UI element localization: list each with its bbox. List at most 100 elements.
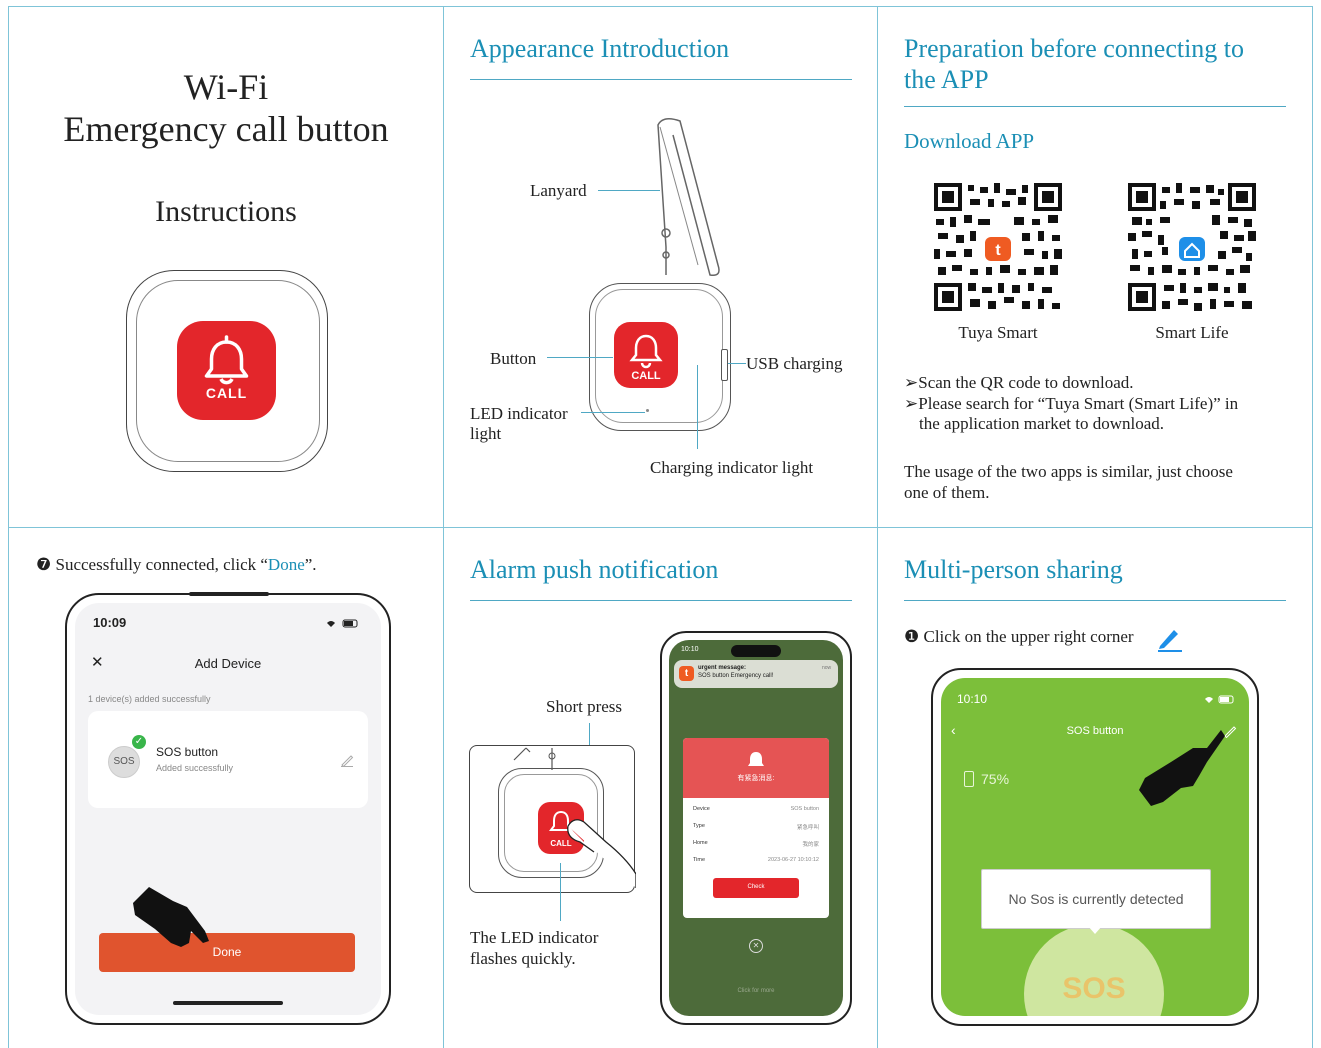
usb-port bbox=[721, 349, 728, 381]
phone-screen: 10:10 t urgent message: SOS button Emerg… bbox=[669, 640, 843, 1016]
alert-detail-value: SOS button bbox=[790, 806, 819, 812]
step-marker: ❶ bbox=[904, 627, 920, 646]
added-status: 1 device(s) added successfully bbox=[88, 694, 211, 704]
bubble-pointer bbox=[1088, 926, 1102, 934]
alert-detail-row: Type 紧急呼叫 bbox=[693, 823, 819, 835]
finger-icon bbox=[567, 819, 636, 888]
label-charging: Charging indicator light bbox=[650, 458, 814, 477]
edit-pencil-icon bbox=[1158, 630, 1182, 652]
phone-frame: 10:09 ✕ Add Device 1 device(s) added suc… bbox=[65, 592, 391, 1025]
app-name-tuya: Tuya Smart bbox=[958, 323, 1038, 342]
step-end: ”. bbox=[304, 555, 317, 574]
appearance-heading: Appearance Introduction bbox=[470, 34, 730, 63]
led-line2: flashes quickly. bbox=[470, 949, 576, 968]
cover-panel: Wi-Fi Emergency call button Instructions… bbox=[8, 6, 444, 528]
short-press-label: Short press bbox=[546, 697, 623, 716]
leader-led bbox=[560, 863, 561, 921]
phone-frame: 10:10 ‹ SOS button 75% SOS No Sos is cur… bbox=[931, 668, 1259, 1026]
sos-avatar-label: SOS bbox=[113, 756, 135, 767]
preparation-heading-line2: the APP bbox=[904, 65, 989, 94]
cover-title-line1: Wi-Fi bbox=[183, 67, 269, 107]
connected-panel: ❼ Successfully connected, click “Done”. … bbox=[8, 527, 444, 1048]
step-7-instruction: ❼ Successfully connected, click “Done”. bbox=[36, 554, 317, 575]
leader-lanyard bbox=[598, 190, 660, 191]
status-time: 10:09 bbox=[93, 615, 127, 630]
alert-detail-value: 2023-06-27 10:10:12 bbox=[767, 857, 819, 863]
heading-rule bbox=[470, 600, 852, 601]
step-text: Successfully connected, click “ bbox=[55, 555, 268, 574]
leader-button bbox=[547, 357, 613, 358]
step-text: Click on the upper right corner bbox=[923, 627, 1134, 646]
phone-screen: 10:10 ‹ SOS button 75% SOS No Sos is cur… bbox=[941, 678, 1249, 1016]
sharing-panel: Multi-person sharing ❶ Click on the uppe… bbox=[878, 527, 1313, 1048]
battery-icon bbox=[964, 771, 974, 787]
notification-title: urgent message: bbox=[698, 665, 747, 671]
alert-detail-row: Time 2023-06-27 10:10:12 bbox=[693, 857, 819, 869]
step-marker: ❼ bbox=[36, 555, 52, 574]
bottom-hint: Click for more bbox=[737, 988, 775, 994]
led-line1: The LED indicator bbox=[470, 928, 599, 947]
phone-screen: 10:09 ✕ Add Device 1 device(s) added suc… bbox=[75, 603, 381, 1015]
note-line2: one of them. bbox=[904, 483, 990, 502]
bullet-search-line2: the application market to download. bbox=[919, 414, 1165, 433]
cover-title-line2: Emergency call button bbox=[63, 109, 389, 149]
wifi-battery-icon bbox=[327, 619, 358, 628]
close-circle-icon[interactable]: ✕ bbox=[749, 939, 763, 953]
preparation-panel: Preparation before connecting to the APP… bbox=[878, 6, 1313, 528]
led-dot bbox=[646, 409, 649, 412]
bell-icon bbox=[748, 752, 764, 766]
app-name-smartlife: Smart Life bbox=[1155, 323, 1229, 342]
status-time: 10:10 bbox=[957, 692, 988, 706]
edit-icon[interactable] bbox=[340, 753, 354, 767]
alert-detail-label: Device bbox=[693, 806, 710, 812]
alarm-panel: Alarm push notification Short press CALL… bbox=[443, 527, 878, 1048]
download-heading: Download APP bbox=[904, 129, 1035, 153]
note-line1: The usage of the two apps is similar, ju… bbox=[904, 462, 1233, 481]
check-button-label: Check bbox=[747, 884, 765, 890]
alert-detail-value: 紧急呼叫 bbox=[796, 825, 819, 831]
tuya-app-icon: t bbox=[679, 666, 694, 681]
step-done-link: Done bbox=[267, 555, 305, 574]
leader-usb bbox=[728, 363, 746, 364]
qr-code-tuya[interactable]: t bbox=[934, 183, 1062, 311]
status-time: 10:10 bbox=[681, 646, 699, 653]
svg-text:t: t bbox=[995, 242, 1001, 259]
step-1-instruction: ❶ Click on the upper right corner bbox=[904, 626, 1134, 647]
sharing-heading: Multi-person sharing bbox=[904, 555, 1123, 584]
alert-detail-label: Home bbox=[693, 840, 708, 846]
heading-rule bbox=[904, 600, 1286, 601]
leader-led bbox=[581, 412, 645, 413]
device-status: Added successfully bbox=[156, 763, 234, 773]
check-badge: ✓ bbox=[132, 735, 146, 749]
alert-detail-label: Time bbox=[693, 857, 706, 863]
cover-subtitle: Instructions bbox=[155, 195, 297, 228]
alert-card-title: 有紧急消息: bbox=[737, 775, 775, 782]
label-led-line2: light bbox=[470, 424, 502, 443]
phone-frame: 10:10 t urgent message: SOS button Emerg… bbox=[660, 631, 852, 1025]
alert-detail-value: 我的家 bbox=[802, 842, 819, 848]
alert-detail-label: Type bbox=[693, 823, 705, 829]
dynamic-island bbox=[731, 645, 781, 657]
status-bubble: No Sos is currently detected bbox=[981, 869, 1211, 929]
alert-detail-row: Home 我的家 bbox=[693, 840, 819, 852]
alarm-heading: Alarm push notification bbox=[470, 555, 719, 584]
label-lanyard: Lanyard bbox=[530, 181, 587, 200]
label-led-line1: LED indicator bbox=[470, 404, 568, 423]
preparation-heading-line1: Preparation before connecting to bbox=[904, 34, 1245, 63]
phone-notch bbox=[189, 592, 269, 596]
device-name: SOS button bbox=[156, 745, 219, 759]
bell-icon bbox=[204, 335, 249, 385]
qr-code-smartlife[interactable] bbox=[1128, 183, 1256, 311]
check-button[interactable]: Check bbox=[713, 878, 799, 898]
device-call-button: CALL bbox=[614, 322, 678, 388]
alert-detail-row: Device SOS button bbox=[693, 806, 819, 818]
bullet-search-line1: ➢Please search for “Tuya Smart (Smart Li… bbox=[904, 394, 1239, 413]
pointing-hand-icon bbox=[1139, 730, 1225, 806]
device-card: SOS ✓ SOS button Added successfully bbox=[88, 711, 368, 808]
battery-level: 75% bbox=[981, 771, 1010, 787]
sos-label: SOS bbox=[1062, 972, 1126, 1005]
alert-card: 有紧急消息: Device SOS button Type 紧急呼叫 Home 我的家 Ti… bbox=[683, 738, 829, 918]
pointing-hand-icon bbox=[133, 887, 209, 947]
status-text: No Sos is currently detected bbox=[1008, 891, 1184, 907]
call-button-label: CALL bbox=[205, 385, 248, 401]
